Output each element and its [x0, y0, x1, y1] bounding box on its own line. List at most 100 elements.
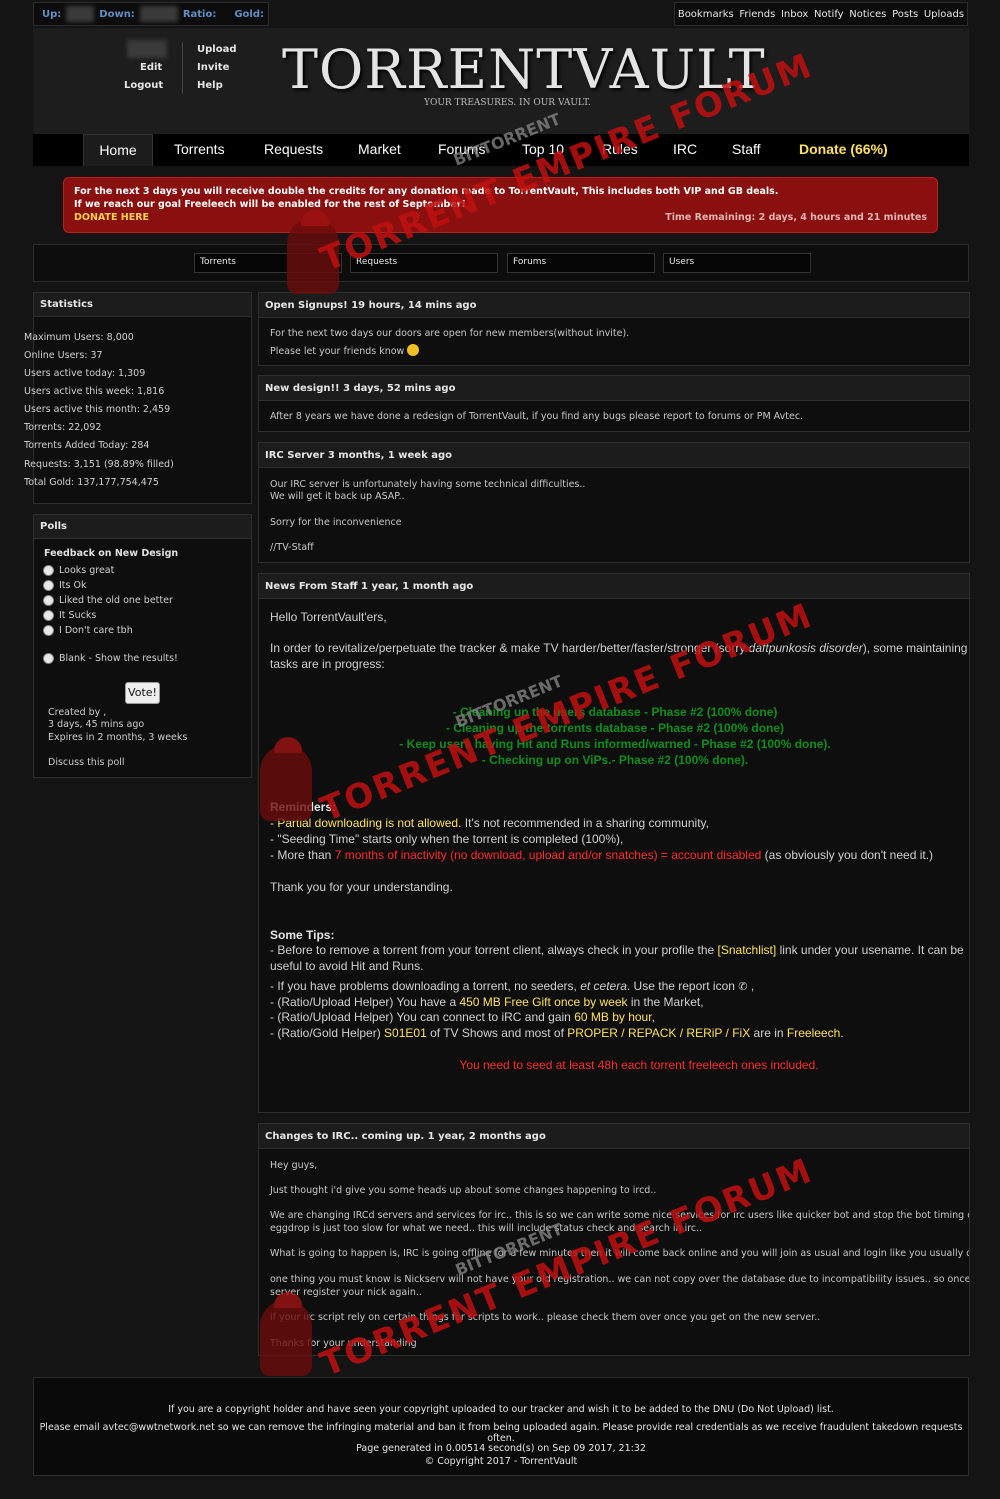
- nav-donate[interactable]: Donate (66%): [799, 134, 888, 166]
- snatchlist-link[interactable]: [Snatchlist]: [718, 943, 777, 957]
- report-icon[interactable]: ✆: [738, 980, 747, 993]
- radio-button[interactable]: [43, 565, 54, 576]
- radio-button[interactable]: [43, 580, 54, 591]
- poll-option[interactable]: It Sucks: [43, 610, 96, 621]
- time-remaining: Time Remaining: 2 days, 4 hours and 21 m…: [665, 212, 927, 223]
- poll-option-label: Looks great: [59, 565, 115, 576]
- post-text-span: in the Market,: [627, 995, 704, 1009]
- users-search-input[interactable]: Users: [663, 253, 811, 273]
- user-links-bar: Bookmarks Friends Inbox Notify Notices P…: [674, 2, 968, 26]
- highlight-text: 450 MB Free Gift once by week: [459, 995, 628, 1009]
- post-text: Hello TorrentVault'ers,: [270, 610, 387, 624]
- post-text: - "Seeding Time" starts only when the to…: [270, 832, 624, 846]
- tips-title: Some Tips:: [270, 928, 335, 942]
- post-title: New design!! 3 days, 52 mins ago: [259, 376, 969, 401]
- post-text-span: - More than: [270, 848, 335, 862]
- donation-banner: For the next 3 days you will receive dou…: [63, 177, 938, 233]
- radio-button[interactable]: [43, 610, 54, 621]
- post-text: - (Ratio/Upload Helper) You have a 450 M…: [270, 995, 704, 1009]
- radio-button[interactable]: [43, 625, 54, 636]
- download-stat-value: [139, 6, 178, 22]
- post-title: Open Signups! 19 hours, 14 mins ago: [259, 293, 969, 318]
- polls-title: Polls: [34, 515, 251, 539]
- watermark-helmet-icon: [287, 210, 339, 294]
- poll-expires: Expires in 2 months, 3 weeks: [48, 732, 188, 743]
- poll-option-blank[interactable]: Blank - Show the results!: [43, 653, 178, 664]
- poll-option[interactable]: Looks great: [43, 565, 114, 576]
- friends-link[interactable]: Friends: [739, 9, 775, 20]
- post-text: tasks are in progress:: [270, 657, 385, 671]
- post-title: IRC Server 3 months, 1 week ago: [259, 443, 969, 468]
- poll-option[interactable]: Liked the old one better: [43, 595, 173, 606]
- banner-line-2: If we reach our goal Freeleech will be e…: [74, 199, 466, 210]
- stat-line: Users active today: 1,309: [24, 368, 146, 379]
- task-line: - Cleaning up the torrents database - Ph…: [445, 721, 785, 735]
- post-text: eggdrop is just too slow for what we nee…: [270, 1223, 703, 1234]
- post-text: - Partial downloading is not allowed. It…: [270, 816, 709, 830]
- header-divider: [182, 42, 183, 94]
- notify-link[interactable]: Notify: [814, 9, 844, 20]
- radio-button[interactable]: [43, 595, 54, 606]
- post-text-span: - (Ratio/Gold Helper): [270, 1026, 385, 1040]
- post-text: We will get it back up ASAP..: [270, 491, 405, 502]
- nav-home[interactable]: Home: [83, 134, 153, 166]
- poll-option[interactable]: Its Ok: [43, 580, 86, 591]
- site-logo[interactable]: TORRENTVAULT YOUR TREASURES. IN OUR VAUL…: [282, 38, 765, 110]
- post-text-span: ,: [651, 1010, 655, 1024]
- poll-question: Feedback on New Design: [44, 548, 179, 559]
- poll-option[interactable]: I Don't care tbh: [43, 625, 133, 636]
- bookmarks-link[interactable]: Bookmarks: [678, 9, 734, 20]
- help-link[interactable]: Help: [197, 80, 223, 91]
- post-text-span: are in: [750, 1026, 787, 1040]
- discuss-poll-link[interactable]: Discuss this poll: [48, 757, 125, 768]
- post-text: //TV-Staff: [270, 542, 314, 553]
- vote-button[interactable]: Vote!: [125, 682, 160, 704]
- nav-market[interactable]: Market: [358, 134, 401, 166]
- post-text: For the next two days our doors are open…: [270, 328, 630, 339]
- news-post: News From Staff 1 year, 1 month ago Hell…: [258, 573, 970, 1113]
- post-text: In order to revitalize/perpetuate the tr…: [270, 641, 967, 655]
- nav-requests[interactable]: Requests: [264, 134, 323, 166]
- highlight-text: PROPER / REPACK / RERiP / FiX: [567, 1026, 751, 1040]
- edit-profile-link[interactable]: Edit: [140, 62, 162, 73]
- news-post: Open Signups! 19 hours, 14 mins ago For …: [258, 292, 970, 366]
- logout-link[interactable]: Logout: [124, 80, 163, 91]
- search-bar: Torrents Requests Forums Users: [33, 244, 969, 282]
- poll-created-ago: 3 days, 45 mins ago: [48, 719, 145, 730]
- requests-search-input[interactable]: Requests: [350, 253, 498, 273]
- highlight-text: 60 MB by hour: [574, 1010, 652, 1024]
- seed-warning: You need to seed at least 48h each torre…: [459, 1058, 819, 1072]
- stat-line: Maximum Users: 8,000: [24, 332, 134, 343]
- radio-button[interactable]: [43, 653, 54, 664]
- notices-link[interactable]: Notices: [849, 9, 886, 20]
- upload-stat-value: [66, 6, 95, 22]
- stat-line: Users active this week: 1,816: [24, 386, 165, 397]
- forums-search-input[interactable]: Forums: [507, 253, 655, 273]
- post-text-span: - (Ratio/Upload Helper) You can connect …: [270, 1010, 575, 1024]
- posts-link[interactable]: Posts: [892, 9, 918, 20]
- post-text-span: Please let your friends know: [270, 346, 405, 357]
- logo-tagline: YOUR TREASURES. IN OUR VAULT.: [424, 98, 591, 108]
- user-stats-bar: Up: Down: Ratio: Gold:: [33, 2, 269, 26]
- nav-staff[interactable]: Staff: [732, 134, 761, 166]
- invite-link[interactable]: Invite: [197, 62, 229, 73]
- statistics-box: Statistics: [33, 292, 252, 504]
- post-text-span: of TV Shows and most of: [426, 1026, 568, 1040]
- avatar[interactable]: [127, 40, 167, 58]
- post-text: - Before to remove a torrent from your t…: [270, 943, 964, 957]
- upload-link[interactable]: Upload: [197, 44, 236, 55]
- footer-email-notice: Please email avtec@wwtnetwork.net so we …: [39, 1422, 963, 1444]
- highlight-text: S01E01: [384, 1026, 427, 1040]
- site-footer: If you are a copyright holder and have s…: [33, 1377, 969, 1476]
- statistics-title: Statistics: [34, 293, 251, 317]
- inbox-link[interactable]: Inbox: [781, 9, 808, 20]
- post-text: - (Ratio/Gold Helper) S01E01 of TV Shows…: [270, 1026, 844, 1040]
- post-text-span: link under your usename. It can be: [776, 943, 964, 957]
- uploads-link[interactable]: Uploads: [924, 9, 964, 20]
- nav-torrents[interactable]: Torrents: [174, 134, 225, 166]
- poll-option-label: I Don't care tbh: [59, 625, 133, 636]
- post-title: Changes to IRC.. coming up. 1 year, 2 mo…: [259, 1124, 969, 1149]
- post-text-span: ,: [747, 979, 755, 993]
- nav-irc[interactable]: IRC: [673, 134, 697, 166]
- nav-rules[interactable]: Rules: [602, 134, 638, 166]
